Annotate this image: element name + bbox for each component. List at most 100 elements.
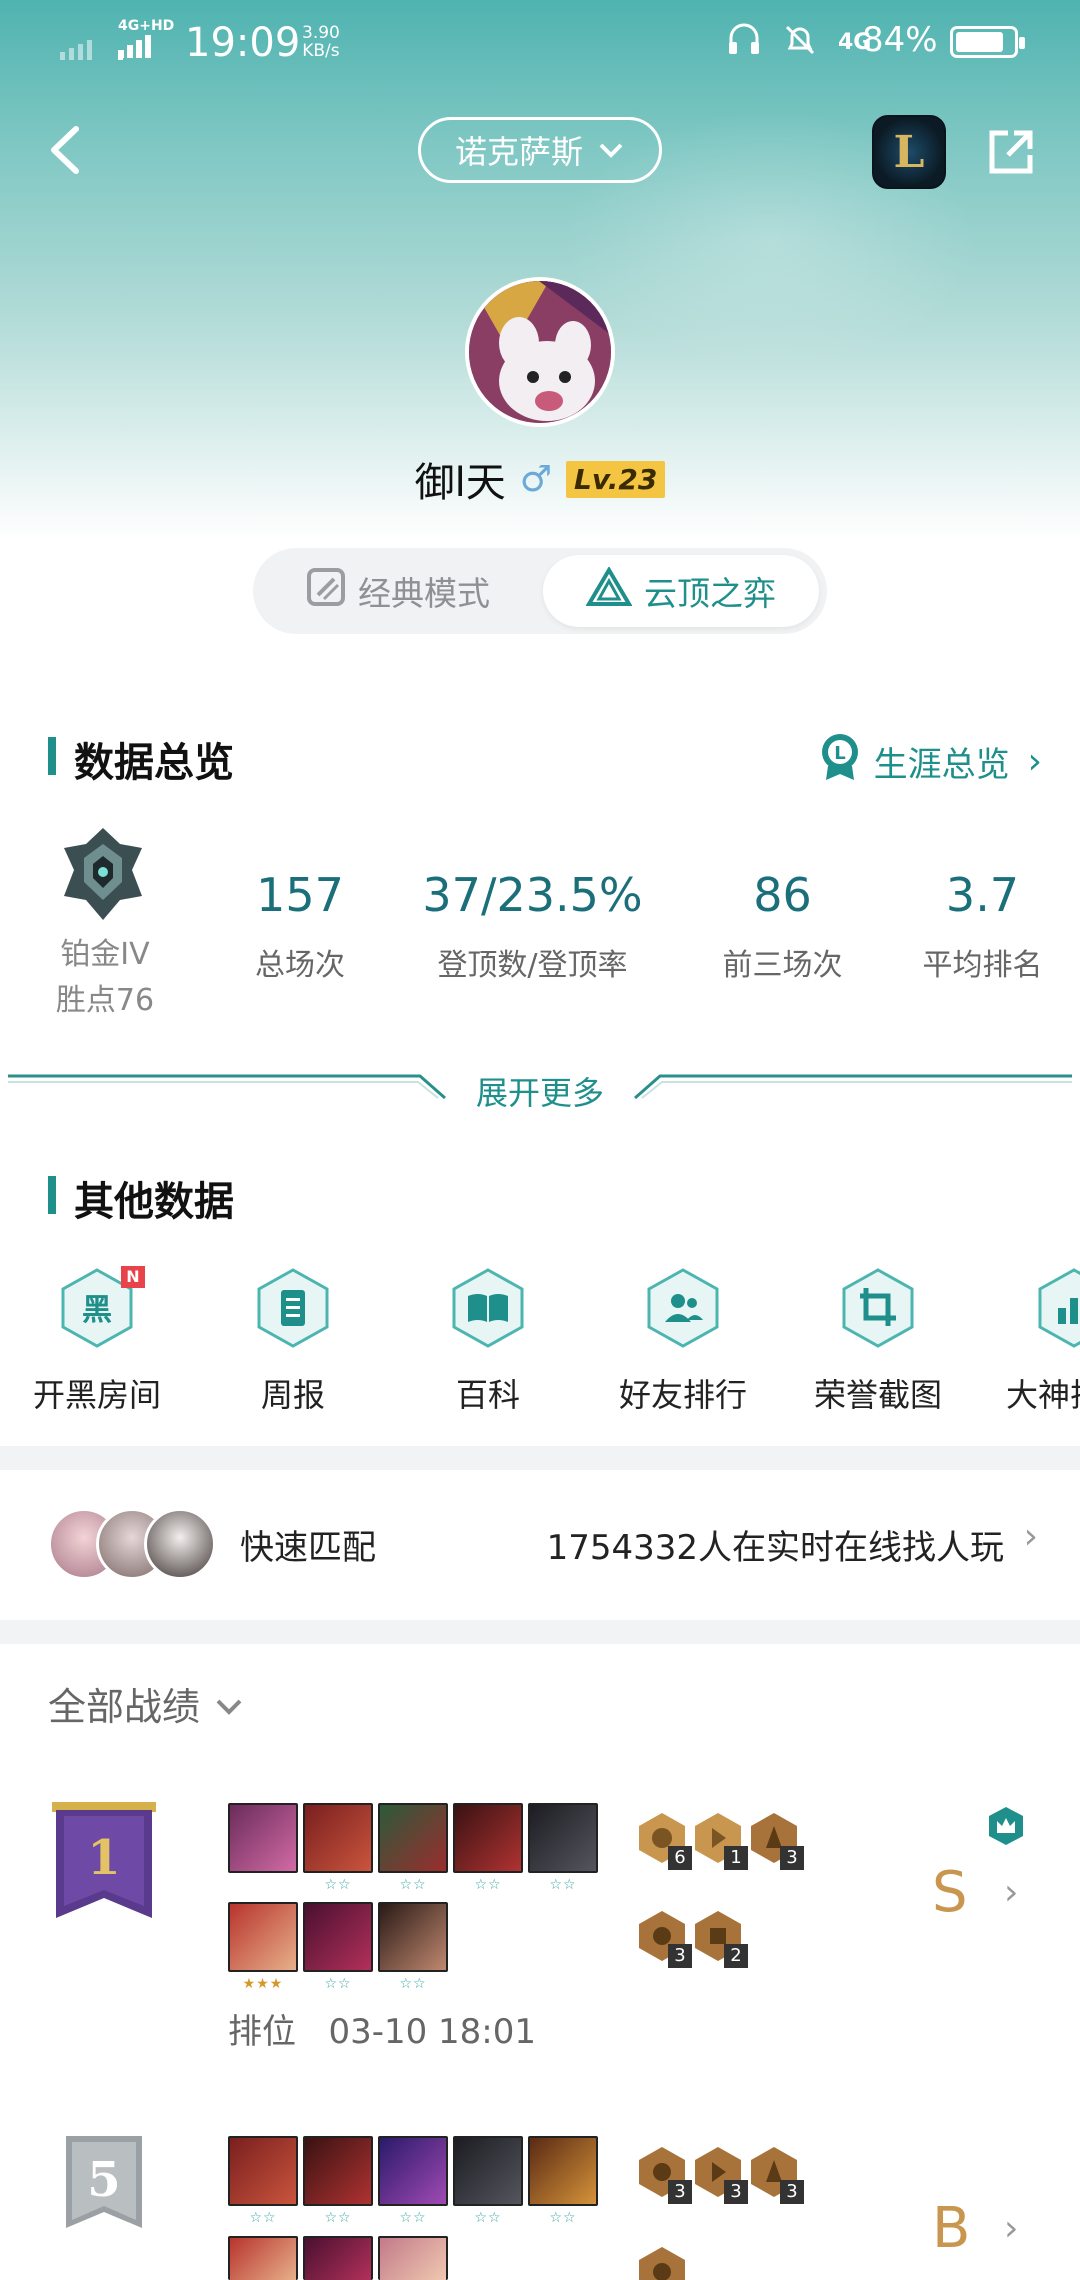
champion-icon [303, 1803, 373, 1873]
trait-icon: 3 [638, 2146, 692, 2204]
tool-label: 百科 [455, 1376, 520, 1414]
match-info: 排位 03-10 18:01 [228, 2004, 536, 2053]
svg-text:黑: 黑 [82, 1293, 112, 1328]
tab-tft-label: 云顶之弈 [644, 574, 776, 613]
report-icon [257, 1268, 329, 1348]
trait-count: 3 [780, 2180, 804, 2204]
book-icon [452, 1268, 524, 1348]
career-overview-link[interactable]: L 生涯总览 › [818, 732, 1042, 791]
status-icons: 4G [726, 22, 871, 62]
trait-icon: 3 [638, 1910, 692, 1968]
battery-percent: 84% [862, 20, 938, 60]
rank-emblem-icon [60, 826, 146, 922]
champion-icon [528, 1803, 598, 1873]
champion-icon [453, 2136, 523, 2206]
two-star-icon: ☆☆ [549, 1877, 577, 1893]
records-filter[interactable]: 全部战绩 [48, 1676, 244, 1731]
stat-top-rate: 37/23.5% 登顶数/登顶率 [400, 868, 665, 984]
username: 御l天 [414, 460, 506, 506]
online-count: 1754332人在实时在线找人玩 [546, 1528, 1004, 1568]
tab-classic-mode[interactable]: 经典模式 [263, 555, 533, 627]
trait-icon: 3 [750, 1812, 804, 1870]
chevron-down-icon [597, 131, 625, 169]
three-star-icon: ★★★ [242, 1976, 284, 1992]
tool-label: 荣誉截图 [813, 1376, 942, 1414]
two-star-icon: ☆☆ [549, 2210, 577, 2226]
champion-icon [453, 1803, 523, 1873]
two-star-icon: ☆☆ [324, 1877, 352, 1893]
tool-weekly-report[interactable]: 周报 [218, 1268, 368, 1416]
trait-count: 2 [724, 1944, 748, 1968]
mute-bell-icon [782, 22, 818, 62]
other-data-title: 其他数据 [74, 1179, 234, 1225]
trait-count: 6 [668, 1846, 692, 1870]
tft-mode-icon [585, 566, 633, 615]
stat-label: 前三场次 [722, 948, 843, 983]
player-avatar [144, 1508, 216, 1580]
battery-icon [950, 26, 1025, 58]
level-badge: Lv.23 [565, 460, 666, 498]
two-star-icon: ☆☆ [324, 1976, 352, 1992]
champion-icon [303, 2136, 373, 2206]
tool-team-room[interactable]: 黑 N 开黑房间 [22, 1266, 172, 1416]
chevron-right-icon: › [1027, 741, 1042, 782]
chart-icon [1038, 1268, 1080, 1348]
tool-honor-screenshot[interactable]: 荣誉截图 [803, 1268, 953, 1416]
two-star-icon: ☆☆ [474, 1877, 502, 1893]
section-accent [48, 737, 56, 775]
signal-icon [118, 34, 160, 62]
quick-match-title: 快速匹配 [240, 1528, 376, 1568]
chevron-right-icon: › [1023, 1516, 1038, 1557]
chevron-right-icon[interactable]: › [1004, 2208, 1018, 2249]
champion-icon [378, 2136, 448, 2206]
tool-master-ranking[interactable]: 大神排 [998, 1268, 1080, 1416]
tool-encyclopedia[interactable]: 百科 [413, 1268, 563, 1416]
placement-number: 1 [87, 1830, 121, 1886]
chevron-down-icon [214, 1682, 244, 1726]
rank-tier: 铂金IV [60, 937, 150, 972]
team-room-icon: 黑 N [61, 1266, 145, 1348]
gender-icon: ♂ [519, 458, 552, 500]
chevron-right-icon[interactable]: › [1004, 1872, 1018, 1913]
champion-icon [228, 2236, 298, 2280]
tool-label: 周报 [260, 1376, 325, 1414]
match-grade: B [932, 2196, 971, 2261]
placement-number: 5 [87, 2152, 121, 2208]
records-filter-label: 全部战绩 [48, 1685, 201, 1729]
match-datetime: 03-10 18:01 [328, 2012, 537, 2052]
trait-count: 3 [668, 2180, 692, 2204]
expand-more-button[interactable]: 展开更多 [0, 1068, 1080, 1114]
crop-icon [842, 1268, 914, 1348]
trait-icon [638, 2246, 686, 2280]
mvp-crown-icon [988, 1806, 1024, 1850]
lol-app-icon[interactable]: L [872, 115, 946, 189]
server-selector[interactable]: 诺克萨斯 [418, 117, 662, 183]
trait-icon: 3 [694, 2146, 748, 2204]
network-label: 4G+HD [118, 18, 175, 34]
trait-icon: 1 [694, 1812, 748, 1870]
avatar[interactable] [465, 277, 615, 427]
server-name: 诺克萨斯 [454, 133, 583, 171]
trait-icon: 6 [638, 1812, 692, 1870]
tools-row: 黑 N 开黑房间 周报 百科 好友排行 荣誉截图 大神排 [0, 1266, 1080, 1438]
overview-title: 数据总览 [74, 740, 234, 786]
career-overview-label: 生涯总览 [873, 745, 1010, 785]
career-badge-icon: L [818, 732, 862, 791]
net-speed: 3.90 KB/s [302, 23, 340, 61]
tab-classic-label: 经典模式 [358, 574, 490, 613]
new-badge: N [121, 1266, 145, 1288]
champion-icon [378, 1803, 448, 1873]
mode-toggle: 经典模式 云顶之弈 [253, 548, 827, 634]
tool-friend-ranking[interactable]: 好友排行 [608, 1268, 758, 1416]
two-star-icon: ☆☆ [474, 2210, 502, 2226]
rank-points: 胜点76 [55, 983, 155, 1018]
trait-count: 1 [724, 1846, 748, 1870]
back-button[interactable] [40, 115, 100, 185]
champion-icon [303, 1902, 373, 1972]
stat-avg-rank: 3.7 平均排名 [900, 868, 1065, 984]
share-icon[interactable] [984, 125, 1038, 179]
stat-top3: 86 前三场次 [700, 868, 865, 984]
tab-tft-mode[interactable]: 云顶之弈 [543, 555, 819, 627]
trait-count: 3 [780, 1846, 804, 1870]
two-star-icon: ☆☆ [324, 2210, 352, 2226]
